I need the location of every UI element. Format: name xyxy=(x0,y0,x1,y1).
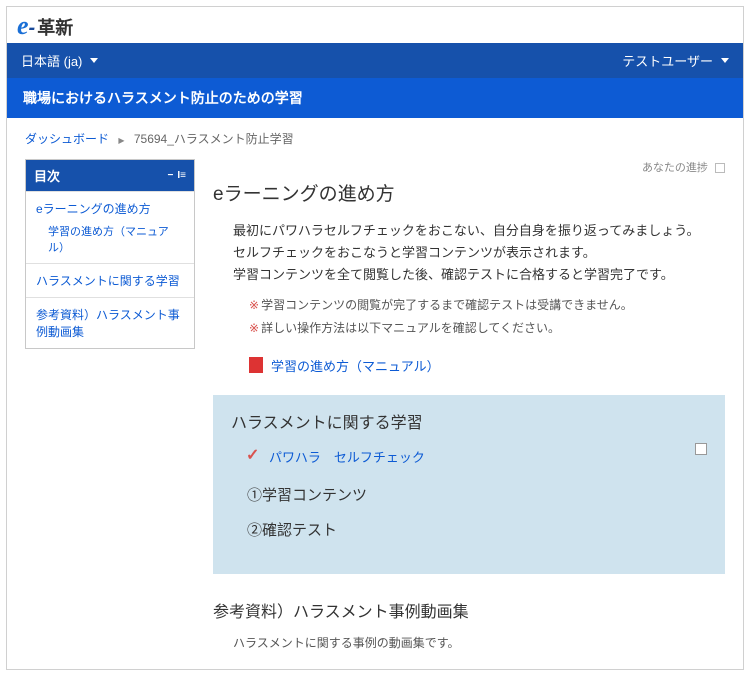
intro-note2: ※詳しい操作方法は以下マニュアルを確認してください。 xyxy=(249,317,725,340)
breadcrumb-sep-icon xyxy=(118,132,124,146)
progress-label: あなたの進捗 xyxy=(642,162,708,174)
logo: e - 革新 xyxy=(17,11,73,41)
sidebar-controls: − I≡ xyxy=(168,170,186,181)
breadcrumb: ダッシュボード 75694_ハラスメント防止学習 xyxy=(7,118,743,159)
user-name: テストユーザー xyxy=(622,51,713,70)
sidebar-link-intro[interactable]: eラーニングの進め方 xyxy=(36,200,184,217)
course-titlebar: 職場におけるハラスメント防止のための学習 xyxy=(7,78,743,118)
ref-sub: ハラスメントに関する事例の動画集です。 xyxy=(233,634,725,651)
sidebar: 目次 − I≡ eラーニングの進め方 学習の進め方（マニュアル） ハラスメントに… xyxy=(25,159,195,349)
progress-row: あなたの進捗 xyxy=(213,159,725,175)
selfcheck-row: パワハラ セルフチェック xyxy=(247,447,707,466)
completion-checkbox[interactable] xyxy=(695,443,707,455)
intro-notes: ※学習コンテンツの閲覧が完了するまで確認テストは受講できません。 ※詳しい操作方… xyxy=(249,294,725,340)
course-title: 職場におけるハラスメント防止のための学習 xyxy=(23,90,303,106)
sidebar-title: 目次 xyxy=(34,166,60,185)
navbar: 日本語 (ja) テストユーザー xyxy=(7,43,743,78)
manual-link[interactable]: 学習の進め方（マニュアル） xyxy=(271,356,440,375)
language-selector[interactable]: 日本語 (ja) xyxy=(21,51,98,70)
harassment-panel: ハラスメントに関する学習 パワハラ セルフチェック ①学習コンテンツ ②確認テス… xyxy=(213,395,725,574)
intro-p2: セルフチェックをおこなうと学習コンテンツが表示されます。 xyxy=(233,242,725,264)
intro-p1: 最初にパワハラセルフチェックをおこない、自分自身を振り返ってみましょう。 xyxy=(233,220,725,242)
intro-body: 最初にパワハラセルフチェックをおこない、自分自身を振り返ってみましょう。 セルフ… xyxy=(233,220,725,286)
logo-kanji: 革新 xyxy=(37,14,73,40)
breadcrumb-current: 75694_ハラスメント防止学習 xyxy=(134,132,294,146)
sidebar-link-reference[interactable]: 参考資料）ハラスメント事例動画集 xyxy=(36,306,184,340)
user-menu[interactable]: テストユーザー xyxy=(622,51,729,70)
main-content: あなたの進捗 eラーニングの進め方 最初にパワハラセルフチェックをおこない、自分… xyxy=(213,159,725,651)
breadcrumb-dashboard[interactable]: ダッシュボード xyxy=(25,132,109,146)
panel-sub2: ②確認テスト xyxy=(247,519,707,540)
manual-link-row: 学習の進め方（マニュアル） xyxy=(249,356,725,375)
progress-box-icon[interactable] xyxy=(715,163,725,173)
sidebar-sub-manual[interactable]: 学習の進め方（マニュアル） xyxy=(36,217,184,255)
collapse-icon[interactable]: − xyxy=(168,170,174,181)
intro-heading: eラーニングの進め方 xyxy=(213,179,725,206)
sidebar-item-harassment[interactable]: ハラスメントに関する学習 xyxy=(26,263,194,297)
sidebar-header: 目次 − I≡ xyxy=(26,160,194,191)
list-icon[interactable]: I≡ xyxy=(177,170,186,181)
logo-row: e - 革新 xyxy=(7,7,743,43)
note-star-icon: ※ xyxy=(249,321,259,335)
pdf-icon xyxy=(249,357,263,373)
sidebar-item-reference[interactable]: 参考資料）ハラスメント事例動画集 xyxy=(26,297,194,348)
main-layout: 目次 − I≡ eラーニングの進め方 学習の進め方（マニュアル） ハラスメントに… xyxy=(7,159,743,669)
ref-heading: 参考資料）ハラスメント事例動画集 xyxy=(213,598,725,622)
chevron-down-icon xyxy=(721,58,729,63)
chevron-down-icon xyxy=(90,58,98,63)
selfcheck-link[interactable]: パワハラ セルフチェック xyxy=(269,447,425,466)
panel-sub1: ①学習コンテンツ xyxy=(247,484,707,505)
intro-p3: 学習コンテンツを全て閲覧した後、確認テストに合格すると学習完了です。 xyxy=(233,264,725,286)
app-frame: e - 革新 日本語 (ja) テストユーザー 職場におけるハラスメント防止のた… xyxy=(6,6,744,670)
logo-e: e xyxy=(17,11,29,41)
language-label: 日本語 (ja) xyxy=(21,51,82,70)
sidebar-link-harassment[interactable]: ハラスメントに関する学習 xyxy=(36,272,184,289)
panel-heading: ハラスメントに関する学習 xyxy=(231,409,707,433)
check-icon xyxy=(247,449,261,463)
reference-section: 参考資料）ハラスメント事例動画集 ハラスメントに関する事例の動画集です。 xyxy=(213,598,725,651)
sidebar-item-intro[interactable]: eラーニングの進め方 学習の進め方（マニュアル） xyxy=(26,191,194,263)
intro-note1: ※学習コンテンツの閲覧が完了するまで確認テストは受講できません。 xyxy=(249,294,725,317)
logo-dash: - xyxy=(29,17,36,40)
note-star-icon: ※ xyxy=(249,298,259,312)
